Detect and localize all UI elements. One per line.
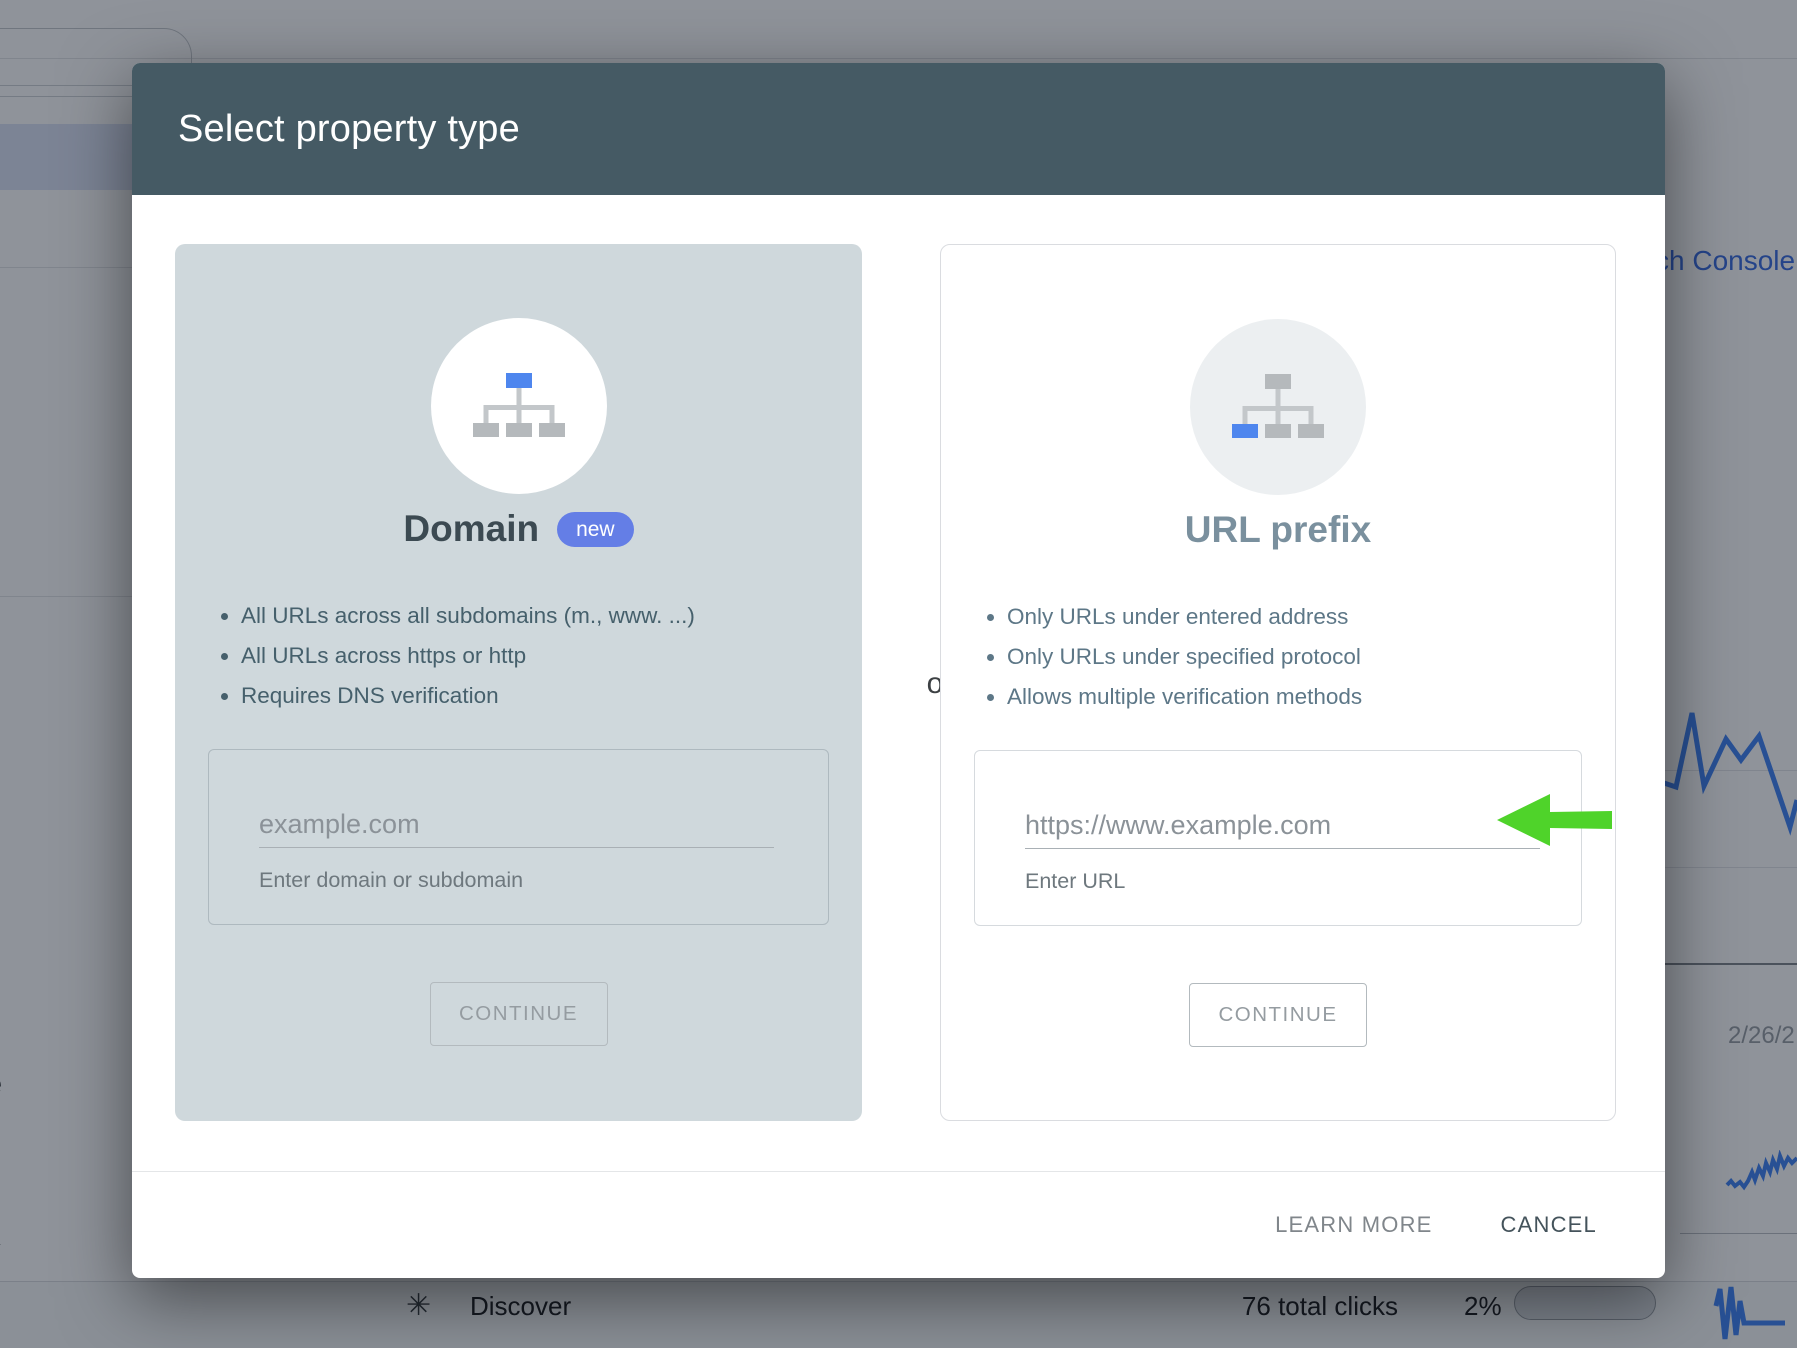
bullet-item: Allows multiple verification methods bbox=[1007, 677, 1615, 717]
domain-continue-button[interactable]: CONTINUE bbox=[430, 982, 608, 1046]
sitemap-domain-icon bbox=[473, 373, 565, 439]
domain-input-helper: Enter domain or subdomain bbox=[259, 868, 523, 893]
dialog-header: Select property type bbox=[132, 63, 1665, 195]
green-arrow-icon bbox=[1480, 785, 1625, 855]
url-input[interactable] bbox=[1025, 803, 1540, 849]
url-prefix-card-title: URL prefix bbox=[1185, 509, 1371, 551]
url-prefix-icon-circle bbox=[1190, 319, 1366, 495]
domain-title-row: Domain new bbox=[175, 502, 862, 556]
bullet-item: All URLs across all subdomains (m., www.… bbox=[241, 596, 862, 636]
domain-card: Domain new All URLs across all subdomain… bbox=[175, 244, 862, 1121]
learn-more-button[interactable]: LEARN MORE bbox=[1269, 1211, 1438, 1239]
bullet-item: Only URLs under entered address bbox=[1007, 597, 1615, 637]
new-badge: new bbox=[557, 512, 634, 547]
domain-input[interactable] bbox=[259, 802, 774, 848]
domain-bullet-list: All URLs across all subdomains (m., www.… bbox=[175, 596, 862, 716]
domain-icon-circle bbox=[431, 318, 607, 494]
bullet-item: Requires DNS verification bbox=[241, 676, 862, 716]
sitemap-url-prefix-icon bbox=[1232, 374, 1324, 440]
bullet-item: All URLs across https or http bbox=[241, 636, 862, 676]
screen: e s y ch Console 2/26/2 ✳ Discover 76 to… bbox=[0, 0, 1797, 1348]
url-prefix-title-row: URL prefix bbox=[941, 503, 1615, 557]
dialog-footer: LEARN MORE CANCEL bbox=[132, 1171, 1665, 1278]
bullet-item: Only URLs under specified protocol bbox=[1007, 637, 1615, 677]
select-property-type-dialog: Select property type Domain ne bbox=[132, 63, 1665, 1278]
dialog-title: Select property type bbox=[178, 108, 520, 151]
domain-card-title: Domain bbox=[403, 508, 539, 550]
cancel-button[interactable]: CANCEL bbox=[1495, 1211, 1603, 1239]
domain-input-box: Enter domain or subdomain bbox=[208, 749, 829, 925]
url-prefix-bullet-list: Only URLs under entered address Only URL… bbox=[941, 597, 1615, 717]
url-prefix-card: URL prefix Only URLs under entered addre… bbox=[940, 244, 1616, 1121]
url-input-helper: Enter URL bbox=[1025, 869, 1125, 894]
url-continue-button[interactable]: CONTINUE bbox=[1189, 983, 1367, 1047]
